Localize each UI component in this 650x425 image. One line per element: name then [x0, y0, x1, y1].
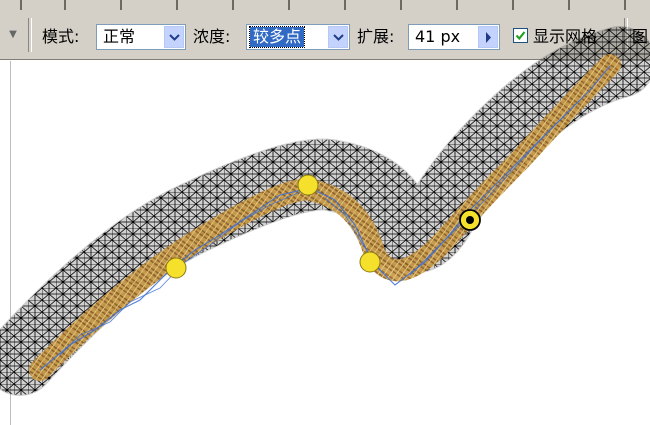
- puppet-warp-canvas[interactable]: [0, 0, 650, 425]
- pin[interactable]: [297, 174, 319, 196]
- pin[interactable]: [165, 257, 187, 279]
- selected-pin[interactable]: [459, 209, 481, 231]
- pin[interactable]: [359, 251, 381, 273]
